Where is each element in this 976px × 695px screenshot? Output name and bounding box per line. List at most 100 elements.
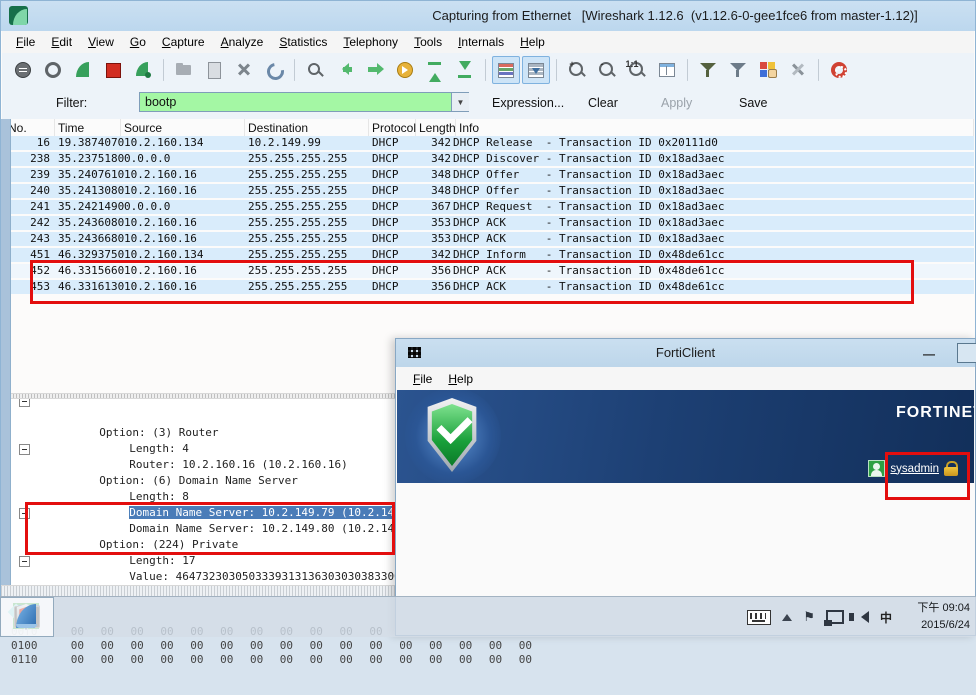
menu-item[interactable]: Internals [450,33,512,51]
menu-item[interactable]: File [405,370,440,388]
toolbar-button[interactable] [230,56,258,84]
highlight-box-option-224 [25,502,395,555]
filter-button[interactable]: Apply [657,95,696,111]
detail-tree-line[interactable]: Option: (6) Domain Name Server [11,441,397,487]
detail-tree-line[interactable]: Router: 10.2.160.16 (10.2.160.16) [11,425,397,471]
detail-tree-line[interactable]: Option: (3) Router [11,399,397,439]
menu-item[interactable]: Tools [406,33,450,51]
wireshark-app-icon [9,6,28,25]
toolbar-button[interactable]: - [593,56,621,84]
clock[interactable]: 下午 09:04 2015/6/24 [896,600,970,634]
toolbar-button[interactable] [522,56,550,84]
filter-label: Filter: [56,96,88,110]
toolbar-button[interactable] [260,56,288,84]
packet-row[interactable]: 243 35.2436680 10.2.160.16 255.255.255.2… [11,232,974,246]
volume-icon[interactable] [848,611,869,623]
maximize-button[interactable] [957,343,976,363]
toolbar-button[interactable] [784,56,812,84]
tree-collapse-icon[interactable] [19,444,30,455]
toolbar-button[interactable] [331,56,359,84]
menu-item[interactable]: Analyze [213,33,272,51]
toolbar-button[interactable] [556,59,557,81]
packet-row[interactable]: 241 35.2421490 0.0.0.0 255.255.255.255 D… [11,200,974,214]
touch-keyboard-icon[interactable] [747,609,772,625]
detail-tree-line[interactable]: Length: 8 [11,457,397,503]
menu-item[interactable]: Help [440,370,481,388]
wireshark-titlebar[interactable]: Capturing from Ethernet [Wireshark 1.12.… [1,1,975,31]
toolbar-button[interactable] [754,56,782,84]
packet-row[interactable]: 16 19.3874070 10.2.160.134 10.2.149.99 D… [11,136,974,150]
highlight-box-packet-rows [30,260,914,304]
forticlient-titlebar[interactable]: FortiClient — [396,339,976,367]
detail-tree-line[interactable]: Length: 4 [11,409,397,455]
filter-button[interactable]: Expression... [488,95,568,111]
toolbar-button[interactable] [69,56,97,84]
toolbar-button[interactable] [485,59,486,81]
toolbar-button[interactable] [818,59,819,81]
column-header[interactable]: Protocol [369,119,416,136]
menu-item[interactable]: Telephony [335,33,406,51]
toolbar-button[interactable] [653,56,681,84]
menu-item[interactable]: View [80,33,122,51]
toolbar-button[interactable] [39,56,67,84]
column-header[interactable]: Destination [245,119,369,136]
fortinet-logo: FORTINET [896,404,974,421]
packet-row[interactable]: 242 35.2436080 10.2.160.16 255.255.255.2… [11,216,974,230]
hex-line: 0100 00 00 00 00 00 00 00 00 00 00 00 00… [11,639,532,652]
ime-indicator[interactable]: 中 [880,609,892,626]
zoom-sign: - [600,59,604,69]
column-header[interactable]: Info [456,119,974,136]
filter-button[interactable]: Save [735,95,772,111]
column-header[interactable]: Length [416,119,456,136]
forticlient-window-title: FortiClient [655,345,716,360]
toolbar-button[interactable]: 1:1 [623,56,651,84]
toolbar-button[interactable] [391,56,419,84]
toolbar-button[interactable] [9,56,37,84]
column-header[interactable]: Time [55,119,121,136]
packet-list-header: No. Time Source Destination Protocol Length In… [5,119,974,137]
toolbar-button[interactable] [200,56,228,84]
tree-collapse-icon[interactable] [19,556,30,567]
detail-tree-line[interactable]: Option End: 255 [11,569,397,585]
zoom-sign [103,59,113,69]
detail-tree-line[interactable]: Domain Name Server: 10.2.149.79 (10.2.14… [11,473,397,519]
menu-item[interactable]: File [8,33,43,51]
toolbar-button[interactable] [361,56,389,84]
zoom-sign [13,59,23,69]
filter-input[interactable]: bootp [139,92,469,112]
wireshark-fin-icon [13,603,41,631]
zoom-sign: + [569,59,575,69]
forticlient-window: FortiClient — FileHelp FORTINET sysadmin [395,338,976,636]
toolbar-button[interactable] [421,56,449,84]
zoom-sign [365,59,375,69]
minimize-button[interactable]: — [917,343,941,361]
menu-item[interactable]: Help [512,33,553,51]
packet-details-pane: Option: (3) Router Length: 4 Router: 10.… [11,399,397,585]
filter-button[interactable]: Clear [584,95,622,111]
packet-row[interactable]: 238 35.2375180 0.0.0.0 255.255.255.255 D… [11,152,974,166]
network-icon[interactable] [823,610,844,626]
filter-dropdown-arrow-icon[interactable]: ▼ [451,93,469,111]
hex-line: 0110 00 00 00 00 00 00 00 00 00 00 00 00… [11,653,532,666]
toolbar-button[interactable] [724,56,752,84]
menu-item[interactable]: Edit [43,33,80,51]
toolbar-button[interactable] [129,56,157,84]
menu-item[interactable]: Go [122,33,154,51]
menu-item[interactable]: Capture [154,33,213,51]
packet-row[interactable]: 239 35.2407610 10.2.160.16 255.255.255.2… [11,168,974,182]
vertical-scrollbar[interactable] [1,119,11,585]
tree-collapse-icon[interactable] [19,399,30,407]
toolbar-button[interactable] [163,59,164,81]
toolbar-button[interactable] [687,59,688,81]
show-hidden-icons-icon[interactable] [782,609,793,621]
toolbar-button[interactable] [451,56,479,84]
menu-item[interactable]: Statistics [271,33,335,51]
toolbar-button[interactable] [99,56,127,84]
column-header[interactable]: Source [121,119,245,136]
detail-tree-line[interactable]: Option: (255) End [11,553,397,569]
column-header[interactable]: No. [5,119,55,136]
packet-row[interactable]: 240 35.2413080 10.2.160.16 255.255.255.2… [11,184,974,198]
taskbar-button[interactable] [0,597,54,637]
toolbar-button[interactable] [294,59,295,81]
action-center-flag-icon[interactable]: ⚑ [803,609,815,625]
